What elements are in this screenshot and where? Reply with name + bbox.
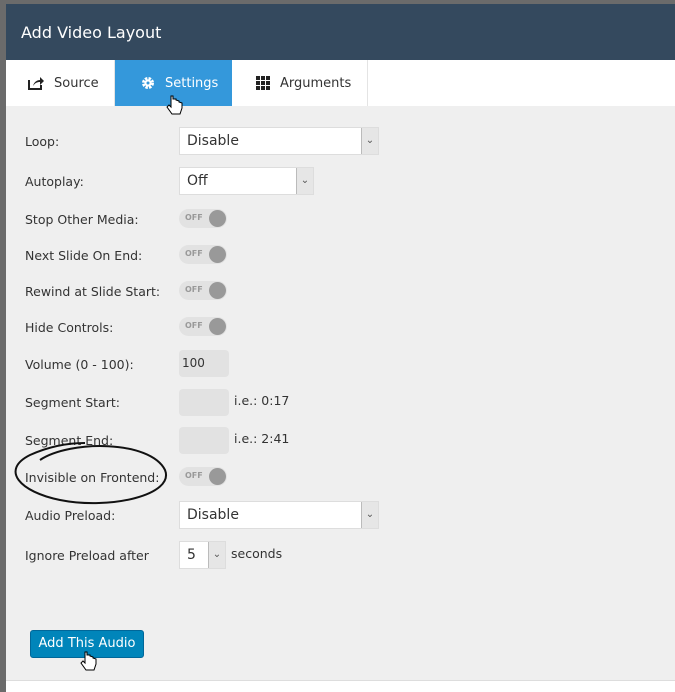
hand-drawn-circle-annotation	[14, 442, 168, 505]
hand-cursor-icon	[166, 95, 183, 115]
hand-cursor-icon	[80, 651, 97, 671]
